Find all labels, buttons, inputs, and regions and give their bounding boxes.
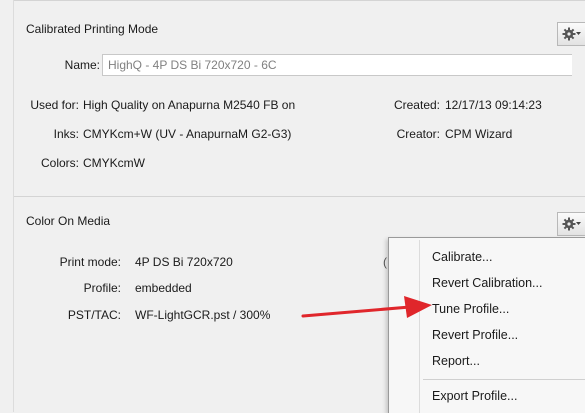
- arrow-right-icon: [301, 296, 432, 318]
